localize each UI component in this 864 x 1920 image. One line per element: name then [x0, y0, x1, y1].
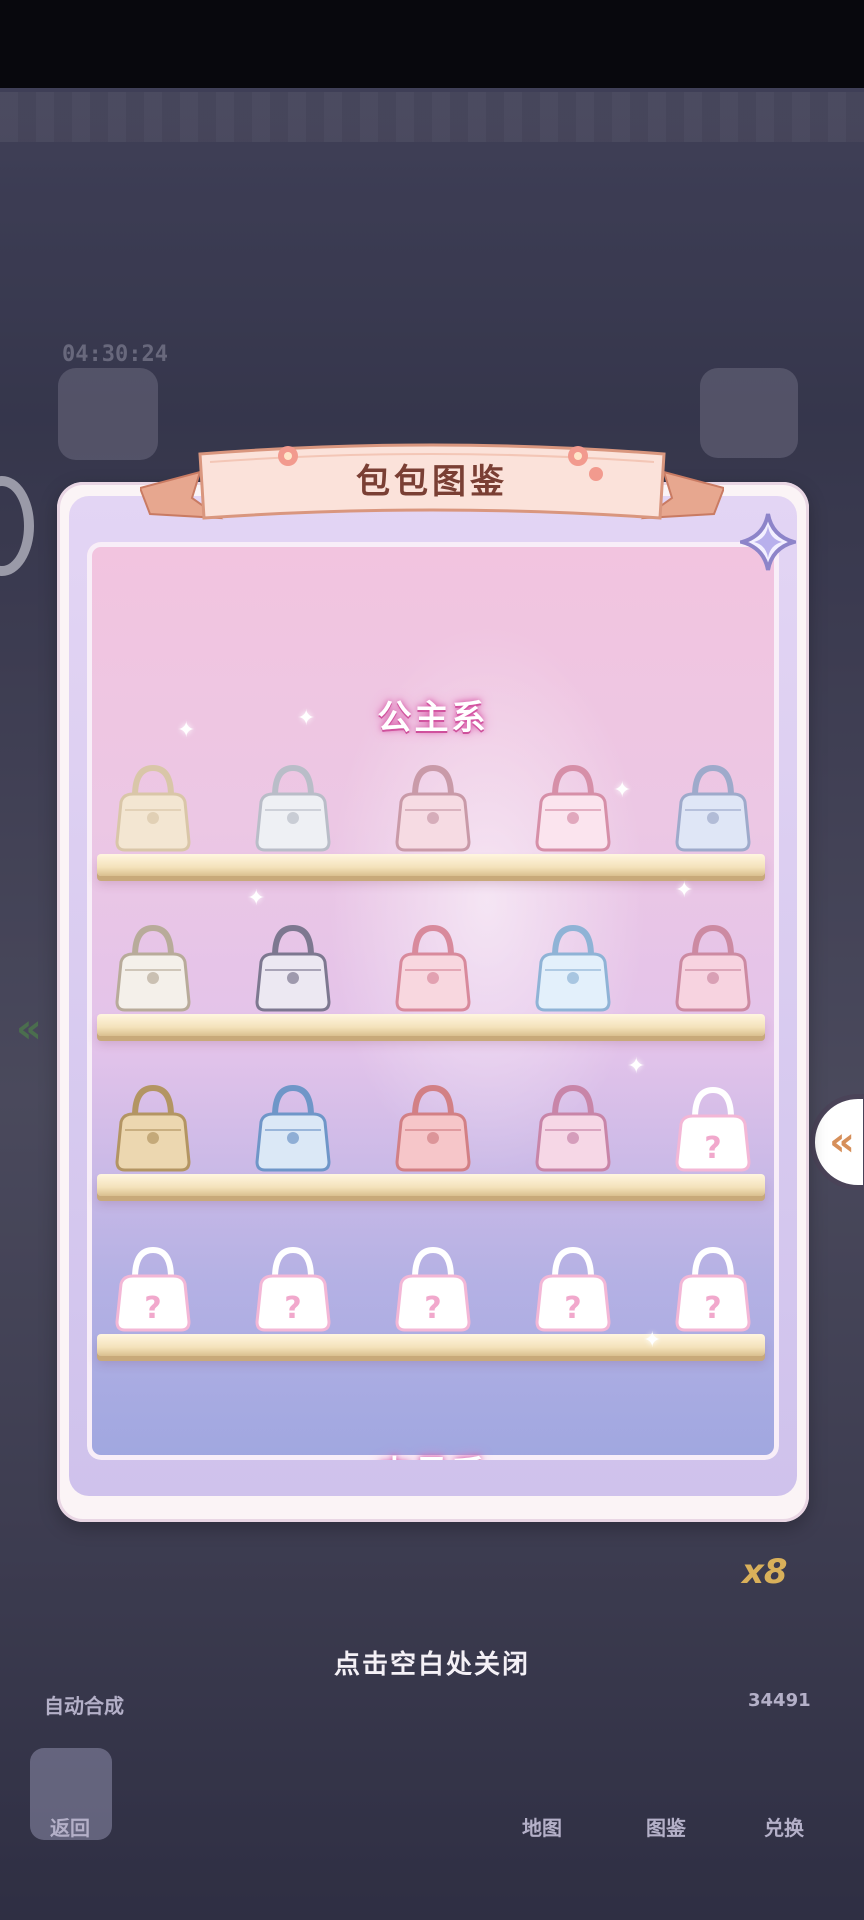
sparkle-icon: ✦	[643, 1328, 662, 1353]
back-label: 返回	[50, 1816, 90, 1840]
locked-bag-icon[interactable]: ?	[531, 1242, 615, 1334]
sparkle-icon: ✦	[613, 778, 632, 803]
locked-bag-icon[interactable]: ?	[671, 1242, 755, 1334]
svg-text:?: ?	[284, 1291, 301, 1326]
svg-text:?: ?	[424, 1291, 441, 1326]
nav-map-label: 地图	[522, 1816, 562, 1840]
multiplier-badge: x8	[742, 1552, 788, 1592]
locked-bag-icon[interactable]: ?	[251, 1242, 335, 1334]
catalog-content: 公主系 中号系	[87, 542, 779, 1460]
pink-handbag-icon[interactable]	[391, 762, 475, 854]
locked-bag-icon[interactable]: ?	[391, 1242, 475, 1334]
sparkle-icon: ✦	[297, 706, 316, 731]
shelf-board	[97, 1174, 765, 1196]
svg-text:?: ?	[564, 1291, 581, 1326]
shelf-board	[97, 1014, 765, 1036]
sparkle-icon: ✦	[627, 1054, 646, 1079]
svg-text:?: ?	[704, 1291, 721, 1326]
blue-ring-bag-icon[interactable]	[251, 1082, 335, 1174]
double-chevron-left-icon: «	[829, 1119, 855, 1165]
pink-bow-bag-icon[interactable]	[391, 1082, 475, 1174]
blue-bow-bag-icon[interactable]	[531, 922, 615, 1014]
sequin-frame-bag-icon[interactable]	[251, 922, 335, 1014]
sparkle-icon: ✦	[177, 718, 196, 743]
lace-bow-bag-icon[interactable]	[531, 1082, 615, 1174]
floral-clutch-icon[interactable]	[111, 1082, 195, 1174]
blue-quilted-bag-icon[interactable]	[671, 762, 755, 854]
close-hint-text: 点击空白处关闭	[333, 1650, 530, 1680]
auto-merge-label: 自动合成	[44, 1694, 124, 1718]
shelf-board	[97, 854, 765, 876]
pearl-flap-bag-icon[interactable]	[251, 762, 335, 854]
nav-exchange-label: 兑换	[764, 1816, 804, 1840]
svg-text:?: ?	[144, 1291, 161, 1326]
bow-tote-bag-icon[interactable]	[111, 922, 195, 1014]
nav-catalog-label: 图鉴	[646, 1816, 686, 1840]
pink-charm-bag-icon[interactable]	[671, 922, 755, 1014]
close-star-icon[interactable]	[740, 512, 796, 572]
svg-text:?: ?	[704, 1131, 721, 1166]
bag-catalog-dialog: 公主系 中号系	[57, 482, 809, 1522]
rose-ribbon-bag-icon[interactable]	[391, 922, 475, 1014]
shelf-board	[97, 1334, 765, 1356]
locked-bag-icon[interactable]: ?	[671, 1082, 755, 1174]
sparkle-icon: ✦	[675, 878, 694, 903]
pearl-shell-bag-icon[interactable]	[111, 762, 195, 854]
bow-pearl-bag-icon[interactable]	[531, 762, 615, 854]
dialog-title: 包包图鉴	[356, 461, 508, 502]
left-chevron-icon: «	[16, 1006, 42, 1052]
bag-counter: 34491	[748, 1690, 811, 1711]
section-title-medium: 中号系	[87, 1446, 779, 1460]
locked-bag-icon[interactable]: ?	[111, 1242, 195, 1334]
sparkle-icon: ✦	[247, 886, 266, 911]
